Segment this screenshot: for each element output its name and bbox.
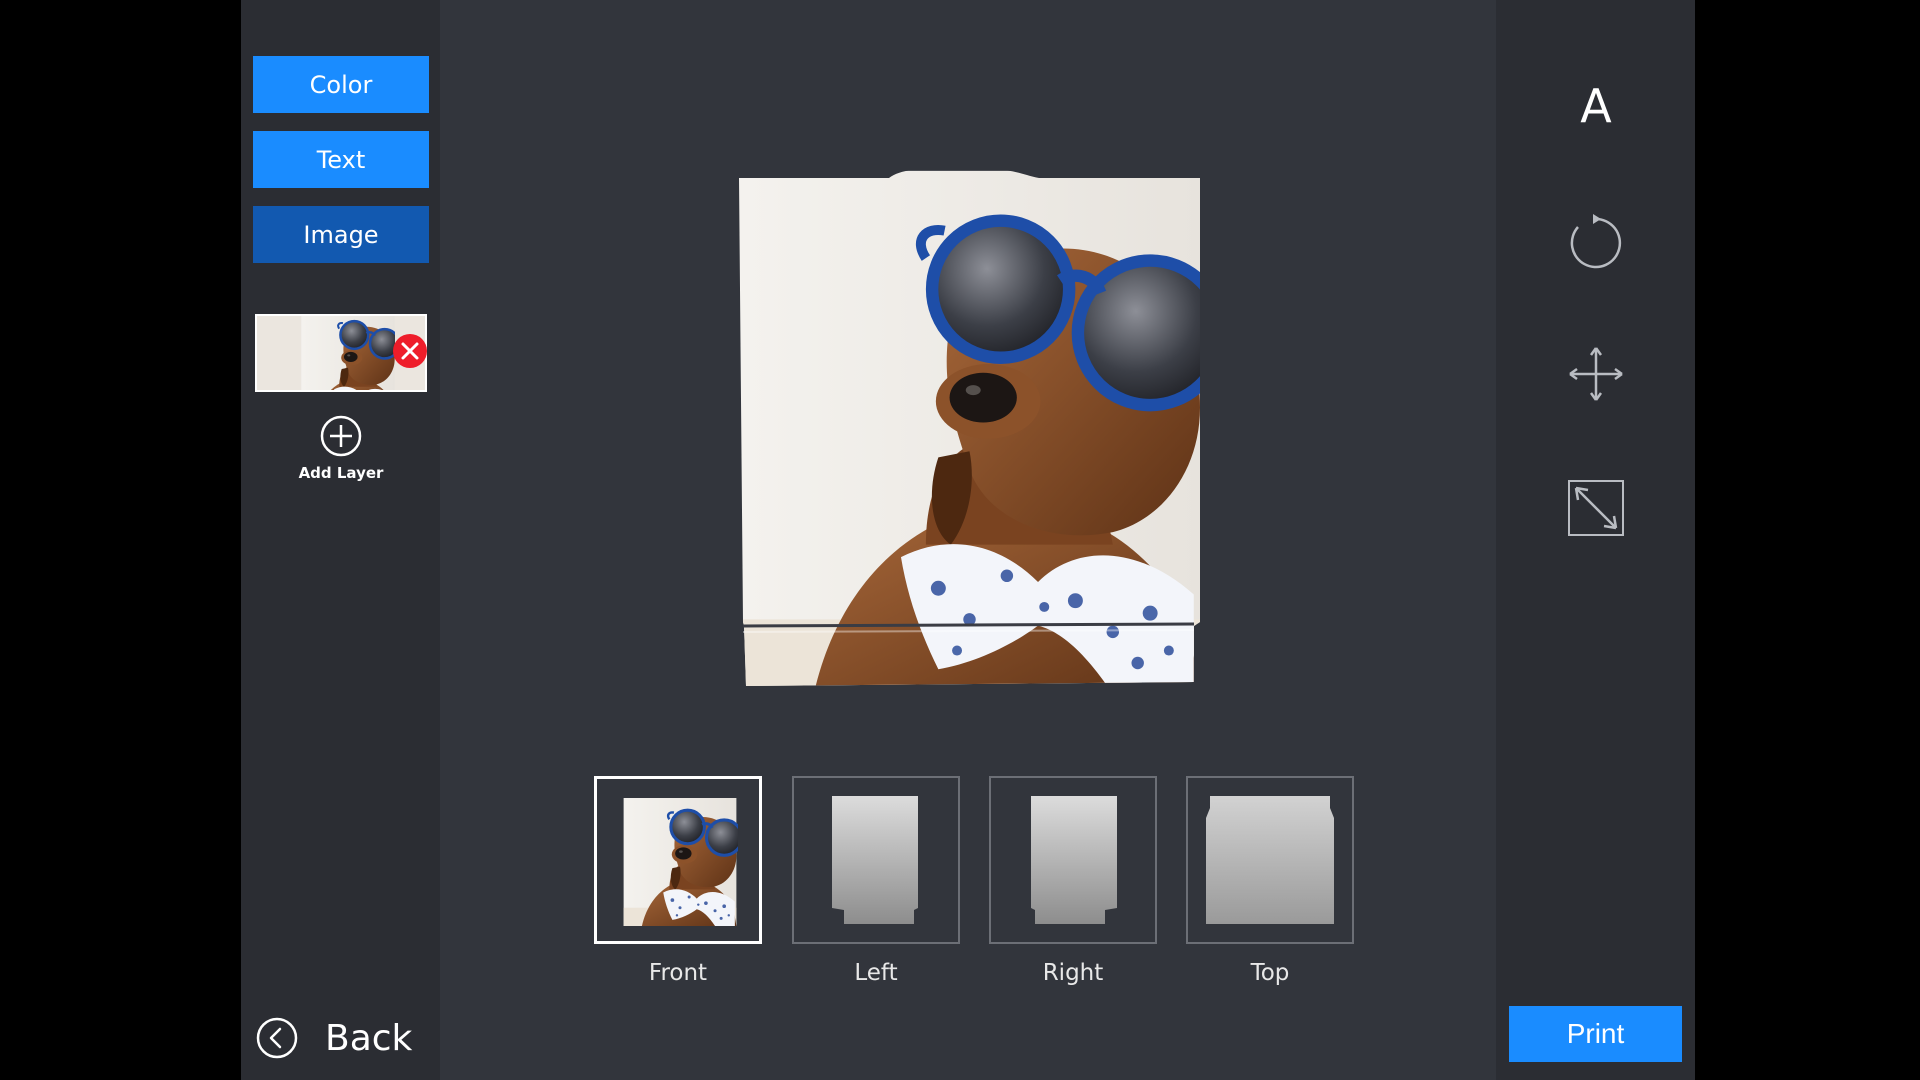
- text-tool-icon[interactable]: A: [1566, 76, 1626, 136]
- back-button[interactable]: Back: [255, 1012, 425, 1064]
- right-toolbar: A Print: [1496, 0, 1695, 1080]
- rotate-icon[interactable]: [1566, 213, 1626, 273]
- view-label-right: Right: [1042, 960, 1104, 986]
- remove-layer-button[interactable]: [393, 334, 427, 368]
- layer-thumbnail[interactable]: [255, 314, 427, 392]
- resize-icon[interactable]: [1566, 478, 1626, 538]
- view-thumb-left[interactable]: [792, 776, 960, 944]
- image-button[interactable]: Image: [253, 206, 429, 263]
- close-icon: [401, 342, 419, 360]
- add-layer-label: Add Layer: [298, 464, 384, 482]
- move-icon[interactable]: [1566, 344, 1626, 404]
- add-layer-button[interactable]: Add Layer: [298, 414, 384, 494]
- app-window: Color Text Image Add Layer Back Front Le…: [0, 0, 1920, 1080]
- view-thumb-front[interactable]: [594, 776, 762, 944]
- view-thumb-top[interactable]: [1186, 776, 1354, 944]
- design-canvas: Front Left Right Top: [440, 0, 1496, 1080]
- product-preview[interactable]: [739, 170, 1200, 686]
- color-button[interactable]: Color: [253, 56, 429, 113]
- view-label-left: Left: [854, 960, 898, 986]
- back-arrow-icon: [256, 1017, 298, 1059]
- text-button[interactable]: Text: [253, 131, 429, 188]
- add-circle-icon: [320, 415, 362, 457]
- back-label: Back: [325, 1017, 413, 1059]
- view-thumb-right[interactable]: [989, 776, 1157, 944]
- left-sidebar: Color Text Image Add Layer Back: [241, 0, 440, 1080]
- print-button[interactable]: Print: [1509, 1006, 1682, 1062]
- view-label-top: Top: [1250, 960, 1290, 986]
- view-label-front: Front: [648, 960, 708, 986]
